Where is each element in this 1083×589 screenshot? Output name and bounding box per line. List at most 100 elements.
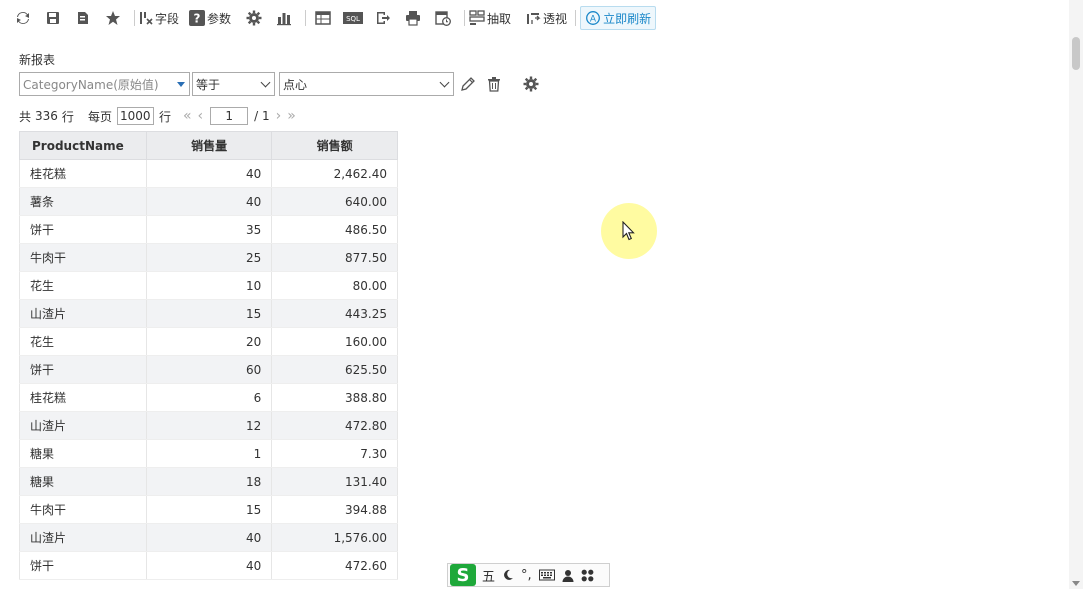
cell-sales-amount: 394.88 [271, 495, 398, 524]
save-as-icon[interactable] [70, 5, 96, 31]
user-icon[interactable] [562, 569, 574, 582]
refresh-now-label: 立即刷新 [603, 11, 652, 26]
table-row: 牛肉干 15 394.88 [19, 495, 398, 524]
cell-sales-amount: 877.50 [271, 243, 398, 272]
keyboard-icon[interactable] [538, 569, 555, 581]
cell-sales-amount: 1,576.00 [271, 523, 398, 552]
favorite-star-icon[interactable] [100, 5, 126, 31]
cell-sales-qty: 60 [145, 355, 273, 384]
extract-icon [469, 10, 485, 25]
table-row: 饼干 40 472.60 [19, 551, 398, 580]
column-header-productname[interactable]: ProductName [19, 131, 147, 160]
cell-productname: 桂花糕 [19, 383, 147, 412]
table-row: 花生 10 80.00 [19, 271, 398, 300]
cell-sales-qty: 40 [145, 551, 273, 580]
save-icon[interactable] [40, 5, 66, 31]
cell-sales-qty: 40 [145, 523, 273, 552]
cell-sales-qty: 6 [145, 383, 273, 412]
last-page-icon[interactable]: » [287, 108, 296, 124]
print-icon[interactable] [400, 5, 426, 31]
refresh-now-button[interactable]: A 立即刷新 [580, 6, 657, 30]
param-label: 参数 [207, 11, 232, 26]
table-row: 薯条 40 640.00 [19, 187, 398, 216]
current-page-input[interactable]: 1 [210, 107, 249, 125]
param-button[interactable]: ? 参数 [189, 5, 231, 31]
scroll-down-arrow-icon[interactable] [1072, 581, 1080, 586]
auto-refresh-icon: A [586, 11, 601, 25]
table-row: 牛肉干 25 877.50 [19, 243, 398, 272]
cell-productname: 牛肉干 [19, 243, 147, 272]
filter-field-select[interactable]: CategoryName(原始值) [19, 72, 190, 96]
field-button[interactable]: 字段 [139, 5, 179, 31]
ime-toolbar: S 五 °, [447, 563, 610, 587]
total-suffix: 行 [61, 109, 74, 124]
table-row: 花生 20 160.00 [19, 327, 398, 356]
table-row: 山渣片 12 472.80 [19, 411, 398, 440]
cell-sales-qty: 25 [145, 243, 273, 272]
cell-sales-amount: 2,462.40 [271, 159, 398, 188]
grid-apps-icon[interactable] [581, 569, 594, 582]
pivot-icon [527, 13, 541, 24]
ime-mode[interactable]: 五 [482, 566, 495, 585]
schedule-report-icon[interactable] [430, 5, 456, 31]
table-row: 山渣片 15 443.25 [19, 299, 398, 328]
ime-punctuation[interactable]: °, [521, 568, 532, 583]
cell-sales-amount: 625.50 [271, 355, 398, 384]
column-header-sales-amount[interactable]: 销售额 [271, 131, 398, 160]
extract-button[interactable]: 抽取 [469, 5, 511, 31]
cell-sales-qty: 35 [145, 215, 273, 244]
svg-text:A: A [590, 15, 597, 25]
pivot-button[interactable]: 透视 [525, 5, 567, 31]
report-title: 新报表 [19, 53, 56, 67]
table-row: 饼干 35 486.50 [19, 215, 398, 244]
toolbar-divider [464, 10, 466, 26]
export-icon[interactable] [370, 5, 396, 31]
table-header-row: ProductName 销售量 销售额 [19, 131, 398, 160]
cell-sales-qty: 20 [145, 327, 273, 356]
svg-text:?: ? [194, 12, 201, 26]
prev-page-icon[interactable]: ‹ [198, 108, 204, 124]
ime-logo-icon[interactable]: S [450, 564, 476, 586]
filter-operator-select[interactable]: 等于 [192, 72, 275, 96]
chart-icon[interactable] [271, 5, 297, 31]
cell-sales-qty: 1 [145, 439, 273, 468]
per-page-input[interactable]: 1000 [116, 107, 154, 125]
cell-sales-amount: 131.40 [271, 467, 398, 496]
table-row: 糖果 1 7.30 [19, 439, 398, 468]
refresh-data-icon[interactable] [10, 5, 36, 31]
table-row: 糖果 18 131.40 [19, 467, 398, 496]
vertical-scrollbar[interactable] [1069, 0, 1083, 589]
cell-sales-amount: 7.30 [271, 439, 398, 468]
moon-icon[interactable] [502, 569, 514, 581]
cell-productname: 花生 [19, 327, 147, 356]
cell-sales-amount: 640.00 [271, 187, 398, 216]
settings-gear-icon[interactable] [241, 5, 267, 31]
next-page-icon[interactable]: › [276, 108, 282, 124]
per-page-unit: 行 [158, 109, 171, 124]
cell-sales-qty: 12 [145, 411, 273, 440]
cell-sales-qty: 40 [145, 187, 273, 216]
trash-icon[interactable] [483, 73, 505, 95]
scrollbar-thumb[interactable] [1072, 37, 1080, 70]
cell-sales-amount: 160.00 [271, 327, 398, 356]
filter-value-select[interactable]: 点心 [279, 72, 454, 96]
cell-sales-qty: 15 [145, 299, 273, 328]
pager: 共 336 行 每页 1000 行 « ‹ 1 / 1 › » [19, 106, 299, 126]
total-pages: / 1 [254, 109, 270, 123]
cell-productname: 饼干 [19, 551, 147, 580]
cell-sales-amount: 388.80 [271, 383, 398, 412]
column-header-sales-qty[interactable]: 销售量 [145, 131, 273, 160]
toolbar-divider [305, 10, 307, 26]
first-page-icon[interactable]: « [183, 108, 192, 124]
table-row: 桂花糕 6 388.80 [19, 383, 398, 412]
cell-productname: 牛肉干 [19, 495, 147, 524]
cell-sales-qty: 40 [145, 159, 273, 188]
chevron-down-icon [439, 77, 450, 88]
edit-pencil-icon[interactable] [457, 73, 479, 95]
sql-icon[interactable]: SQL [340, 5, 366, 31]
table-layout-icon[interactable] [310, 5, 336, 31]
question-icon: ? [189, 10, 206, 26]
cell-productname: 花生 [19, 271, 147, 300]
filter-settings-gear-icon[interactable] [520, 73, 542, 95]
cell-sales-amount: 472.60 [271, 551, 398, 580]
